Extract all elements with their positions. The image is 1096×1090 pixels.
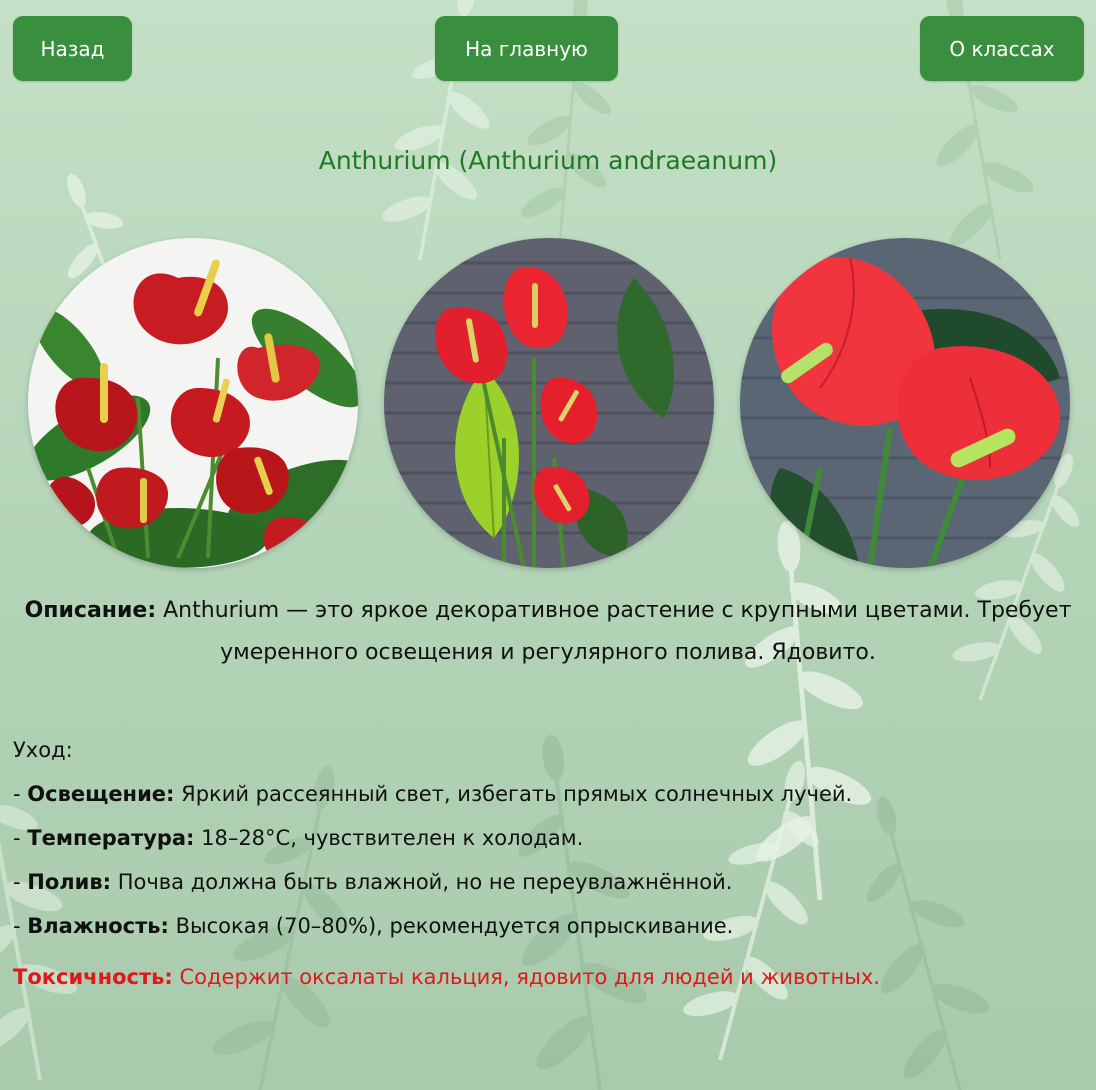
care-item-label: Освещение: (27, 782, 175, 806)
toxicity-text: Содержит оксалаты кальция, ядовито для л… (172, 965, 880, 989)
care-item-text: Яркий рассеянный свет, избегать прямых с… (174, 782, 853, 806)
description-text: Anthurium — это яркое декоративное расте… (156, 598, 1072, 665)
care-heading: Уход: (13, 738, 73, 762)
toxicity-warning: Токсичность: Содержит оксалаты кальция, … (13, 955, 1013, 999)
care-item-text: Почва должна быть влажной, но не переувл… (111, 870, 733, 894)
home-button[interactable]: На главную (435, 16, 618, 81)
anthurium-photo-3 (740, 238, 1070, 568)
care-section: Уход: - Освещение: Яркий рассеянный свет… (13, 728, 1088, 948)
back-button[interactable]: Назад (13, 16, 132, 81)
care-item-label: Влажность: (27, 914, 169, 938)
care-item-text: 18–28°C, чувствителен к холодам. (194, 826, 584, 850)
anthurium-photo-1 (28, 238, 358, 568)
about-classes-button[interactable]: О классах (920, 16, 1084, 81)
care-item-text: Высокая (70–80%), рекомендуется опрыскив… (168, 914, 734, 938)
description-label: Описание: (24, 598, 157, 623)
care-item-temperature: - Температура: 18–28°C, чувствителен к х… (13, 826, 584, 850)
anthurium-photo-2 (384, 238, 714, 568)
care-item-watering: - Полив: Почва должна быть влажной, но н… (13, 870, 733, 894)
plant-title: Anthurium (Anthurium andraeanum) (318, 146, 778, 175)
care-item-label: Температура: (27, 826, 195, 850)
plant-description: Описание: Anthurium — это яркое декорати… (20, 590, 1076, 674)
care-item-label: Полив: (27, 870, 112, 894)
toxicity-label: Токсичность: (13, 965, 173, 989)
plant-page: Назад На главную О классах Anthurium (An… (0, 0, 1096, 1090)
care-item-lighting: - Освещение: Яркий рассеянный свет, избе… (13, 782, 853, 806)
care-item-humidity: - Влажность: Высокая (70–80%), рекоменду… (13, 914, 734, 938)
